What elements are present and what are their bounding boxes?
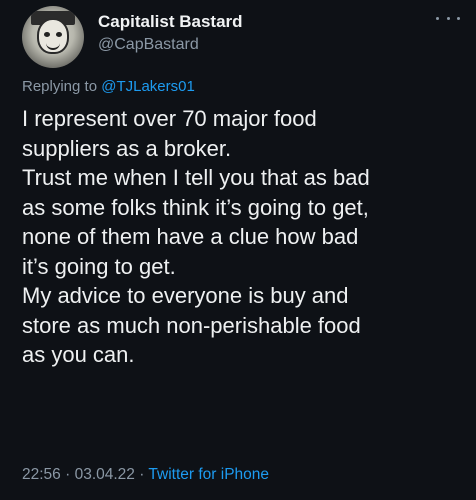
metadata-separator: · <box>134 466 149 483</box>
tweet-line: suppliers as a broker. <box>22 135 232 161</box>
tweet-date[interactable]: 03.04.22 <box>75 466 135 483</box>
avatar-eye-right <box>56 32 62 37</box>
avatar-eye-left <box>44 32 50 37</box>
avatar[interactable] <box>22 6 84 68</box>
reply-mention-link[interactable]: @TJLakers01 <box>101 78 195 95</box>
author-handle[interactable]: @CapBastard <box>98 36 199 54</box>
tweet-text: I represent over 70 major food suppliers… <box>22 104 467 370</box>
tweet-line: I represent over 70 major food <box>22 106 317 131</box>
author-name[interactable]: Capitalist Bastard <box>98 12 243 32</box>
tweet-line: none of them have a clue how bad <box>22 224 359 249</box>
tweet-card: Capitalist Bastard @CapBastard Replying … <box>0 0 476 500</box>
tweet-metadata: 22:56 · 03.04.22 · Twitter for iPhone <box>22 466 269 484</box>
replying-to: Replying to @TJLakers01 <box>22 78 195 95</box>
tweet-time[interactable]: 22:56 <box>22 466 61 483</box>
metadata-separator: · <box>60 466 75 483</box>
tweet-line: as some folks think it’s going to get, <box>22 194 369 220</box>
tweet-line: as you can. <box>22 342 135 367</box>
replying-to-label: Replying to <box>22 78 102 95</box>
tweet-line: My advice to everyone is buy and <box>22 283 349 308</box>
tweet-line: Trust me when I tell you that as bad <box>22 165 370 190</box>
source-app-link[interactable]: Twitter for iPhone <box>148 466 269 483</box>
tweet-line: it’s going to get. <box>22 253 176 279</box>
tweet-line: store as much non-perishable food <box>22 312 361 338</box>
more-options-icon[interactable] <box>436 10 460 26</box>
